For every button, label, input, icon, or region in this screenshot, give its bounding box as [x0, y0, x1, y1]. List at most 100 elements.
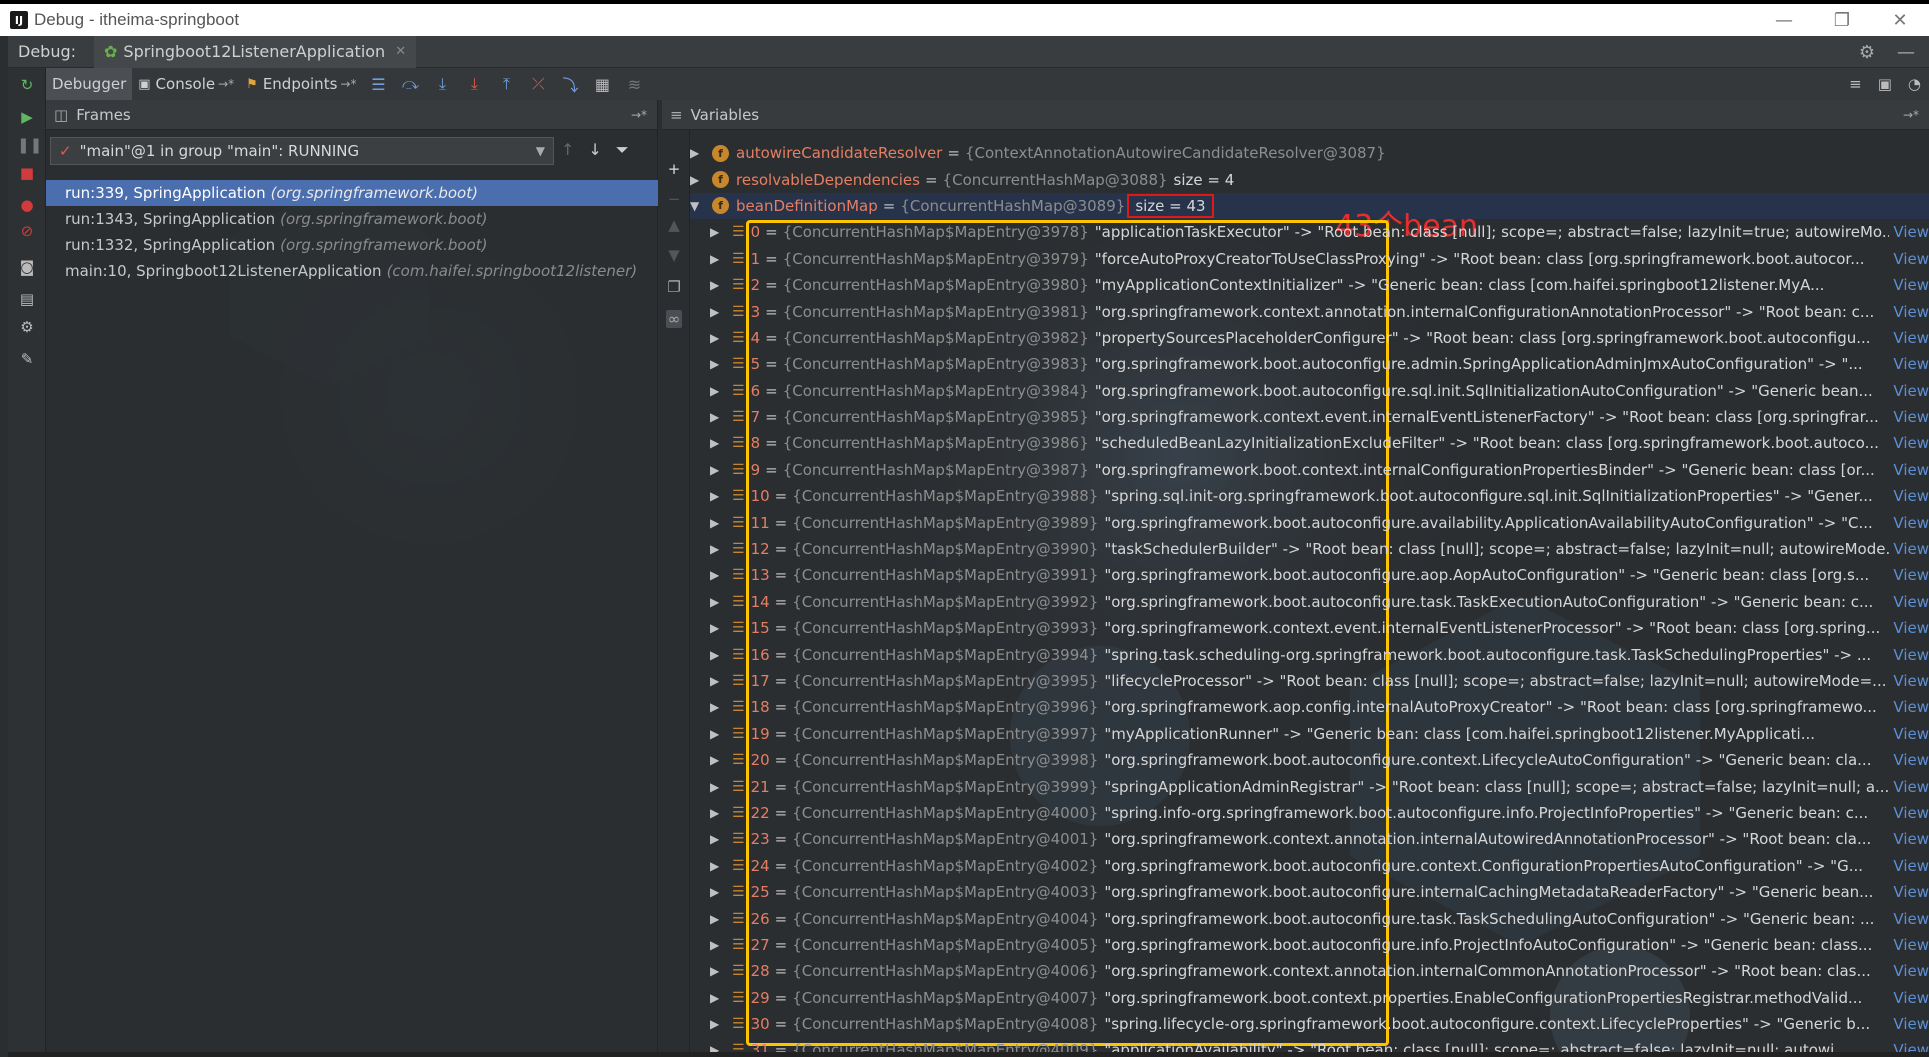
map-entry-row[interactable]: ▶ ☰ 29 = {ConcurrentHashMap$MapEntry@4007} "o…: [690, 985, 1929, 1011]
tab-endpoints[interactable]: ⚑ Endpoints →*: [240, 68, 362, 100]
pin-icon[interactable]: →*: [218, 77, 234, 91]
view-link[interactable]: View: [1889, 302, 1929, 321]
thread-selector[interactable]: ✓ "main"@1 in group "main": RUNNING ▼: [50, 137, 554, 165]
view-link[interactable]: View: [1889, 803, 1929, 822]
close-icon[interactable]: ✕: [1871, 4, 1929, 36]
expand-icon[interactable]: ▶: [710, 964, 724, 978]
frame-item[interactable]: main:10, Springboot12ListenerApplication…: [46, 258, 658, 284]
map-entry-row[interactable]: ▶ ☰ 12 = {ConcurrentHashMap$MapEntry@3990} "t…: [690, 536, 1929, 562]
view-link[interactable]: View: [1889, 777, 1929, 796]
expand-icon[interactable]: ▶: [710, 410, 724, 424]
force-step-into-icon[interactable]: ⤓: [458, 74, 490, 94]
variable-row[interactable]: ▶ f resolvableDependencies = {Concurrent…: [690, 166, 1929, 192]
settings-icon[interactable]: ⚙: [17, 318, 37, 338]
expand-icon[interactable]: ▶: [710, 278, 724, 292]
view-link[interactable]: View: [1889, 672, 1929, 690]
view-link[interactable]: View: [1889, 460, 1929, 479]
evaluate-expression-icon[interactable]: ▦: [586, 75, 618, 94]
expand-icon[interactable]: ▶: [710, 516, 724, 530]
step-into-icon[interactable]: ⤓: [426, 74, 458, 94]
expand-icon[interactable]: ▶: [710, 780, 724, 794]
map-entry-row[interactable]: ▶ ☰ 20 = {ConcurrentHashMap$MapEntry@3998} "o…: [690, 747, 1929, 773]
expand-icon[interactable]: ▶: [690, 173, 704, 187]
view-link[interactable]: View: [1889, 328, 1929, 347]
expand-icon[interactable]: ▶: [710, 727, 724, 741]
map-entry-row[interactable]: ▶ ☰ 23 = {ConcurrentHashMap$MapEntry@4001} "o…: [690, 826, 1929, 852]
view-link[interactable]: View: [1889, 724, 1929, 743]
expand-icon[interactable]: ▶: [710, 436, 724, 450]
expand-icon[interactable]: ▶: [710, 674, 724, 688]
map-entry-row[interactable]: ▶ ☰ 7 = {ConcurrentHashMap$MapEntry@3985} "or…: [690, 404, 1929, 430]
view-link[interactable]: View: [1889, 249, 1929, 268]
map-entry-row[interactable]: ▶ ☰ 13 = {ConcurrentHashMap$MapEntry@3991} "o…: [690, 562, 1929, 588]
map-entry-row[interactable]: ▶ ☰ 6 = {ConcurrentHashMap$MapEntry@3984} "or…: [690, 378, 1929, 404]
view-link[interactable]: View: [1889, 223, 1929, 242]
view-link[interactable]: View: [1889, 487, 1929, 506]
map-entry-row[interactable]: ▶ ☰ 22 = {ConcurrentHashMap$MapEntry@4000} "s…: [690, 800, 1929, 826]
view-breakpoints-icon[interactable]: ●: [17, 196, 37, 216]
map-entry-row[interactable]: ▶ ☰ 28 = {ConcurrentHashMap$MapEntry@4006} "o…: [690, 958, 1929, 984]
view-link[interactable]: View: [1889, 645, 1929, 664]
expand-icon[interactable]: ▶: [710, 384, 724, 398]
view-link[interactable]: View: [1889, 540, 1929, 559]
map-entry-row[interactable]: ▶ ☰ 15 = {ConcurrentHashMap$MapEntry@3993} "o…: [690, 615, 1929, 641]
drop-frame-icon[interactable]: ⤫: [522, 74, 554, 94]
map-entry-row[interactable]: ▶ ☰ 9 = {ConcurrentHashMap$MapEntry@3987} "or…: [690, 457, 1929, 483]
view-link[interactable]: View: [1889, 935, 1929, 954]
expand-icon[interactable]: ▶: [710, 305, 724, 319]
view-link[interactable]: View: [1889, 883, 1929, 902]
run-to-cursor-icon[interactable]: ⤵: [554, 72, 586, 96]
layout-list-icon[interactable]: ≡: [1849, 75, 1862, 93]
map-entry-row[interactable]: ▶ ☰ 4 = {ConcurrentHashMap$MapEntry@3982} "pr…: [690, 325, 1929, 351]
view-link[interactable]: View: [1889, 988, 1929, 1007]
frame-item[interactable]: run:1343, SpringApplication (org.springf…: [46, 206, 658, 232]
frame-item[interactable]: run:339, SpringApplication (org.springfr…: [46, 180, 658, 206]
expand-icon[interactable]: ▶: [690, 146, 704, 160]
map-entry-row[interactable]: ▶ ☰ 0 = {ConcurrentHashMap$MapEntry@3978} "ap…: [690, 219, 1929, 245]
expand-icon[interactable]: ▶: [710, 938, 724, 952]
map-entry-row[interactable]: ▶ ☰ 25 = {ConcurrentHashMap$MapEntry@4003} "o…: [690, 879, 1929, 905]
hide-panel-icon[interactable]: —: [1897, 42, 1915, 63]
pin-icon[interactable]: ✎: [17, 350, 37, 370]
map-entry-row[interactable]: ▶ ☰ 21 = {ConcurrentHashMap$MapEntry@3999} "s…: [690, 773, 1929, 799]
memory-icon[interactable]: ◔: [1908, 75, 1921, 93]
map-entry-row[interactable]: ▶ ☰ 30 = {ConcurrentHashMap$MapEntry@4008} "s…: [690, 1011, 1929, 1037]
camera-icon[interactable]: ◙: [17, 258, 37, 278]
expand-icon[interactable]: ▶: [710, 753, 724, 767]
view-link[interactable]: View: [1889, 856, 1929, 875]
restore-layout-icon[interactable]: ▣: [1878, 75, 1892, 93]
map-entry-row[interactable]: ▶ ☰ 8 = {ConcurrentHashMap$MapEntry@3986} "sc…: [690, 430, 1929, 456]
view-link[interactable]: View: [1889, 276, 1929, 295]
variable-row-expanded[interactable]: ▼ f beanDefinitionMap = {ConcurrentHashM…: [690, 192, 1929, 244]
arrow-up-icon[interactable]: ↑: [561, 140, 574, 160]
view-link[interactable]: View: [1889, 566, 1929, 585]
map-entry-row[interactable]: ▶ ☰ 3 = {ConcurrentHashMap$MapEntry@3981} "or…: [690, 298, 1929, 324]
expand-icon[interactable]: ▶: [710, 542, 724, 556]
step-over-icon[interactable]: ⤼: [394, 74, 426, 94]
map-entry-row[interactable]: ▶ ☰ 1 = {ConcurrentHashMap$MapEntry@3979} "fo…: [690, 246, 1929, 272]
expand-icon[interactable]: ▶: [710, 595, 724, 609]
stop-icon[interactable]: ■: [17, 164, 37, 184]
mute-breakpoints-icon[interactable]: ⊘: [17, 222, 37, 242]
expand-icon[interactable]: ▶: [710, 357, 724, 371]
variable-row[interactable]: ▶ f autowireCandidateResolver = {Context…: [690, 140, 1929, 166]
map-entry-row[interactable]: ▶ ☰ 2 = {ConcurrentHashMap$MapEntry@3980} "my…: [690, 272, 1929, 298]
map-entry-row[interactable]: ▶ ☰ 14 = {ConcurrentHashMap$MapEntry@3992} "o…: [690, 589, 1929, 615]
expand-icon[interactable]: ▶: [710, 700, 724, 714]
arrow-down-icon[interactable]: ↓: [588, 140, 601, 160]
expand-icon[interactable]: ▶: [710, 225, 724, 239]
view-link[interactable]: View: [1889, 751, 1929, 770]
expand-icon[interactable]: ▶: [710, 832, 724, 846]
expand-icon[interactable]: ▶: [710, 806, 724, 820]
pin-icon[interactable]: →*: [340, 77, 356, 91]
map-entry-row[interactable]: ▶ ☰ 19 = {ConcurrentHashMap$MapEntry@3997} "m…: [690, 721, 1929, 747]
view-link[interactable]: View: [1889, 408, 1929, 427]
show-execution-point-icon[interactable]: ☰: [362, 75, 394, 94]
tab-console[interactable]: ▣ Console →*: [132, 68, 240, 100]
filter-icon[interactable]: ⏷: [616, 140, 629, 160]
expand-icon[interactable]: ▶: [710, 252, 724, 266]
frame-item[interactable]: run:1332, SpringApplication (org.springf…: [46, 232, 658, 258]
step-out-icon[interactable]: ⤒: [490, 74, 522, 94]
view-link[interactable]: View: [1889, 355, 1929, 374]
collapse-icon[interactable]: ▼: [690, 199, 704, 213]
